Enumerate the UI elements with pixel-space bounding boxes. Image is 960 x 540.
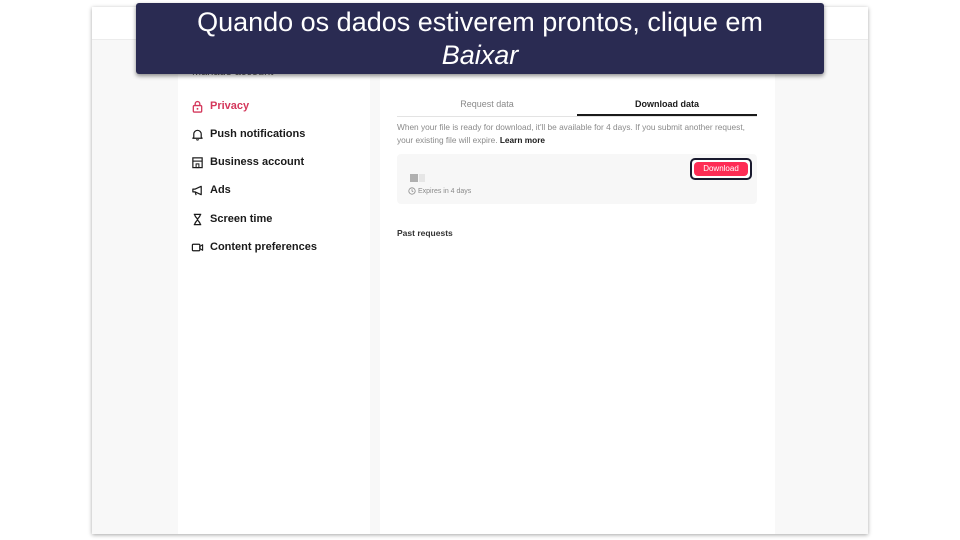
sidebar-item-ads[interactable]: Ads xyxy=(191,181,231,199)
sidebar-item-label: Push notifications xyxy=(210,128,306,140)
download-file-card: Expires in 4 days Download xyxy=(397,154,757,204)
description-text: When your file is ready for download, it… xyxy=(397,122,745,145)
sidebar-item-content-preferences[interactable]: Content preferences xyxy=(191,238,317,256)
store-icon xyxy=(191,156,204,169)
past-requests-heading: Past requests xyxy=(397,228,453,238)
video-icon xyxy=(191,241,204,254)
bell-icon xyxy=(191,128,204,141)
file-thumbnail-placeholder xyxy=(419,174,425,182)
settings-sidebar: Manage account Privacy Push notification… xyxy=(178,40,370,534)
expiry-text: Expires in 4 days xyxy=(418,187,472,195)
download-description: When your file is ready for download, it… xyxy=(397,121,757,147)
tab-bar: Request data Download data xyxy=(397,92,757,117)
lock-icon xyxy=(191,100,204,113)
sidebar-item-screen-time[interactable]: Screen time xyxy=(191,210,272,228)
sidebar-item-privacy[interactable]: Privacy xyxy=(191,97,249,115)
tab-download-data[interactable]: Download data xyxy=(577,92,757,116)
megaphone-icon xyxy=(191,184,204,197)
clock-icon xyxy=(408,187,416,195)
sidebar-item-label: Content preferences xyxy=(210,241,317,253)
caption-emphasis: Baixar xyxy=(441,40,519,70)
sidebar-item-label: Ads xyxy=(210,184,231,196)
download-button-label: Download xyxy=(694,162,748,176)
instruction-caption: Quando os dados estiverem prontos, cliqu… xyxy=(136,3,824,74)
main-panel: Request data Download data When your fil… xyxy=(380,40,775,534)
sidebar-item-label: Privacy xyxy=(210,100,250,112)
sidebar-item-business-account[interactable]: Business account xyxy=(191,153,304,171)
app-window: Manage account Privacy Push notification… xyxy=(92,7,868,534)
learn-more-link[interactable]: Learn more xyxy=(500,135,545,145)
tab-request-data[interactable]: Request data xyxy=(397,92,577,116)
download-button[interactable]: Download xyxy=(690,158,752,180)
caption-text: Quando os dados estiverem prontos, cliqu… xyxy=(197,7,763,37)
hourglass-icon xyxy=(191,213,204,226)
sidebar-item-label: Business account xyxy=(210,156,305,168)
sidebar-item-push-notifications[interactable]: Push notifications xyxy=(191,125,305,143)
sidebar-item-label: Screen time xyxy=(210,213,273,225)
file-thumbnail xyxy=(410,174,418,182)
expiry-info: Expires in 4 days xyxy=(408,187,471,195)
